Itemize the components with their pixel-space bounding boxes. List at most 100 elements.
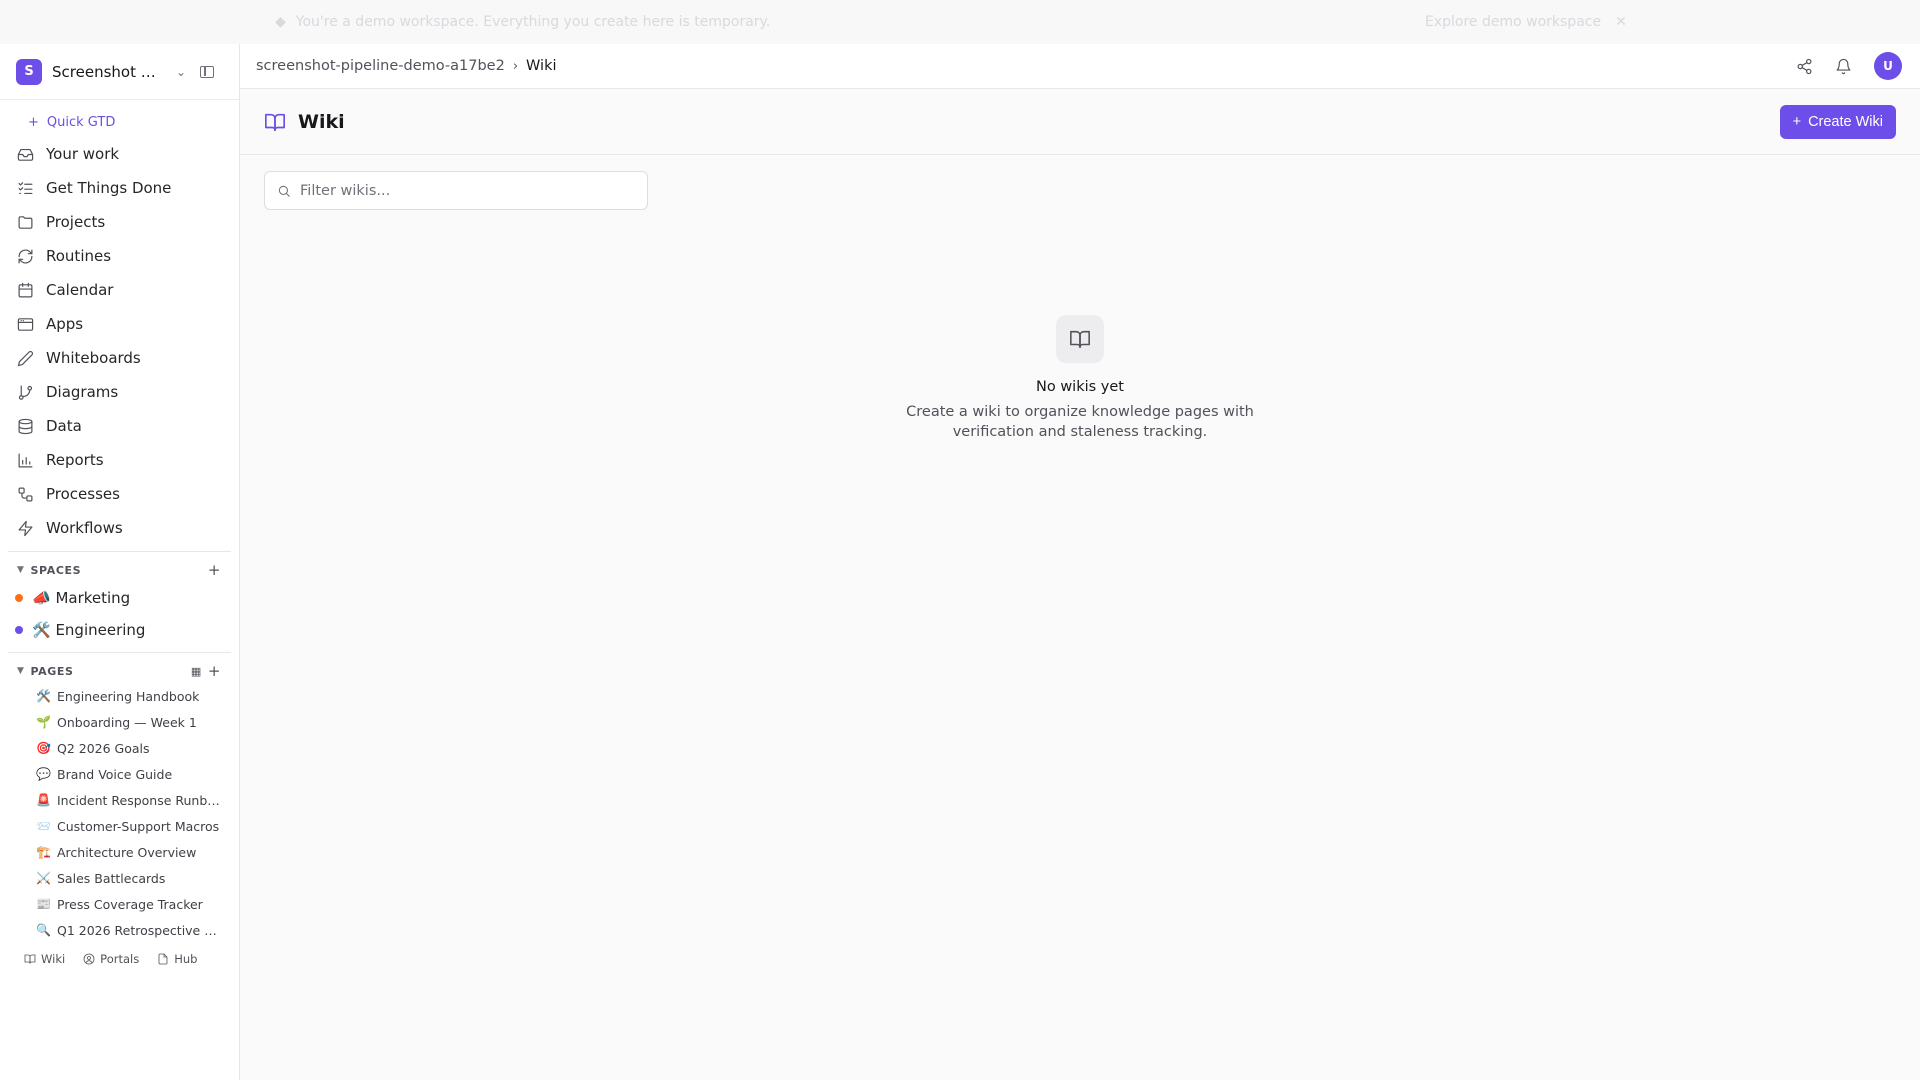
sidebar-space-marketing[interactable]: 📣 Marketing xyxy=(0,582,239,614)
banner-actions[interactable]: Explore demo workspace ✕ xyxy=(1425,14,1627,30)
sidebar-page[interactable]: 🎯 Q2 2026 Goals xyxy=(0,735,239,761)
sidebar-page[interactable]: 🚨 Incident Response Runbook xyxy=(0,787,239,813)
page-emoji: 🏗️ xyxy=(36,845,51,859)
quick-gtd-button[interactable]: + Quick GTD xyxy=(0,107,239,137)
breadcrumb-root[interactable]: screenshot-pipeline-demo-a17be2 xyxy=(256,58,505,74)
sidebar-page[interactable]: 🔍 Q1 2026 Retrospective Notes xyxy=(0,917,239,943)
add-page-icon[interactable]: + xyxy=(208,662,221,680)
sidebar-page[interactable]: 🏗️ Architecture Overview xyxy=(0,839,239,865)
space-label: 🛠️ Engineering xyxy=(32,621,146,639)
chevron-down-icon[interactable]: ⌄ xyxy=(176,65,186,79)
sidebar-item-data[interactable]: Data xyxy=(0,409,239,443)
sidebar-item-label: Apps xyxy=(46,315,84,333)
portals-link[interactable]: Portals xyxy=(83,952,139,966)
space-label: 📣 Marketing xyxy=(32,589,131,607)
hub-link[interactable]: Hub xyxy=(157,952,197,966)
page-header: Wiki + Create Wiki xyxy=(240,89,1920,155)
book-open-icon xyxy=(1070,330,1090,349)
zap-icon xyxy=(18,520,33,536)
sidebar-item-label: Routines xyxy=(46,247,112,265)
spaces-title: SPACES xyxy=(30,563,82,577)
page-emoji: 🚨 xyxy=(36,793,51,807)
close-icon[interactable]: ✕ xyxy=(1615,14,1627,30)
sidebar-item-get-things-done[interactable]: Get Things Done xyxy=(0,171,239,205)
add-space-icon[interactable]: + xyxy=(208,561,221,579)
sidebar-bottom-links: Wiki Portals Hub xyxy=(0,945,239,973)
page-emoji: 📨 xyxy=(36,819,51,833)
demo-banner: ◆ You're a demo workspace. Everything yo… xyxy=(0,0,1920,44)
page-title: Wiki xyxy=(298,110,345,133)
sidebar-page[interactable]: 🌱 Onboarding — Week 1 xyxy=(0,709,239,735)
user-avatar[interactable]: U xyxy=(1874,52,1902,80)
info-icon: ◆ xyxy=(275,14,286,30)
sidebar-item-label: Projects xyxy=(46,213,106,231)
workspace-header[interactable]: S Screenshot Pipeline Demo ⌄ xyxy=(0,44,239,100)
page-label: Incident Response Runbook xyxy=(57,792,223,808)
quick-gtd-label: Quick GTD xyxy=(46,114,116,130)
page-emoji: 💬 xyxy=(36,767,51,781)
banner-message-group: ◆ You're a demo workspace. Everything yo… xyxy=(275,14,770,30)
page-emoji: 🛠️ xyxy=(36,689,51,703)
empty-state-title: No wikis yet xyxy=(1036,379,1124,395)
sidebar-page[interactable]: ⚔️ Sales Battlecards xyxy=(0,865,239,891)
plus-icon: + xyxy=(1792,114,1802,130)
filter-wikis-box[interactable] xyxy=(264,171,648,210)
sidebar-page[interactable]: 🛠️ Engineering Handbook xyxy=(0,683,239,709)
filter-wikis-input[interactable] xyxy=(300,182,630,199)
page-emoji: ⚔️ xyxy=(36,871,51,885)
sidebar-item-reports[interactable]: Reports xyxy=(0,443,239,477)
refresh-icon xyxy=(18,249,33,263)
page-label: Engineering Handbook xyxy=(57,688,200,704)
pages-title: PAGES xyxy=(30,664,74,678)
sidebar-page[interactable]: 📨 Customer-Support Macros xyxy=(0,813,239,839)
workspace-avatar: S xyxy=(16,58,42,85)
empty-state-icon-box xyxy=(1056,315,1104,363)
calendar-icon xyxy=(18,282,33,297)
empty-state: No wikis yet Create a wiki to organize k… xyxy=(240,315,1920,442)
bar-chart-icon xyxy=(18,453,33,467)
sidebar-item-label: Your work xyxy=(46,145,120,163)
workspace-name[interactable]: Screenshot Pipeline Demo xyxy=(52,63,164,81)
space-color-dot xyxy=(15,594,23,602)
page-template-icon[interactable]: ▦ xyxy=(191,665,202,678)
sidebar-item-label: Calendar xyxy=(46,281,114,299)
workflow-icon xyxy=(18,487,33,501)
sidebar-item-your-work[interactable]: Your work xyxy=(0,137,239,171)
chevron-down-icon[interactable]: ▼ xyxy=(17,565,25,575)
sidebar-divider xyxy=(8,551,231,552)
main-content: Wiki + Create Wiki No wikis yet Create a… xyxy=(240,89,1920,1080)
pages-section-header[interactable]: ▼ PAGES ▦ + xyxy=(0,659,239,683)
empty-state-description: Create a wiki to organize knowledge page… xyxy=(906,404,1254,440)
wiki-link[interactable]: Wiki xyxy=(24,952,65,966)
sidebar-page[interactable]: 💬 Brand Voice Guide xyxy=(0,761,239,787)
sidebar-space-engineering[interactable]: 🛠️ Engineering xyxy=(0,614,239,646)
create-wiki-button[interactable]: + Create Wiki xyxy=(1779,105,1896,139)
sidebar-collapse-icon[interactable] xyxy=(200,65,215,78)
sidebar-item-routines[interactable]: Routines xyxy=(0,239,239,273)
sidebar-page[interactable]: 📰 Press Coverage Tracker xyxy=(0,891,239,917)
breadcrumb-current: Wiki xyxy=(526,58,557,74)
sidebar-item-calendar[interactable]: Calendar xyxy=(0,273,239,307)
sidebar-item-label: Reports xyxy=(46,451,104,469)
sidebar-item-whiteboards[interactable]: Whiteboards xyxy=(0,341,239,375)
banner-action-link[interactable]: Explore demo workspace xyxy=(1425,14,1601,30)
sidebar-item-processes[interactable]: Processes xyxy=(0,477,239,511)
wiki-link-label: Wiki xyxy=(41,952,66,966)
sidebar: S Screenshot Pipeline Demo ⌄ + Quick GTD… xyxy=(0,44,240,1080)
file-icon xyxy=(158,953,168,965)
sidebar-item-diagrams[interactable]: Diagrams xyxy=(0,375,239,409)
page-label: Q1 2026 Retrospective Notes xyxy=(57,922,223,938)
sidebar-item-workflows[interactable]: Workflows xyxy=(0,511,239,545)
share-icon[interactable] xyxy=(1796,58,1813,75)
sidebar-item-label: Data xyxy=(46,417,82,435)
page-label: Brand Voice Guide xyxy=(57,766,173,782)
page-label: Onboarding — Week 1 xyxy=(57,714,197,730)
sidebar-item-label: Workflows xyxy=(46,519,123,537)
sidebar-item-apps[interactable]: Apps xyxy=(0,307,239,341)
spaces-section-header[interactable]: ▼ SPACES + xyxy=(0,558,239,582)
chevron-down-icon[interactable]: ▼ xyxy=(17,666,25,676)
page-emoji: 📰 xyxy=(36,897,51,911)
bell-icon[interactable] xyxy=(1835,58,1852,75)
page-label: Press Coverage Tracker xyxy=(57,896,203,912)
sidebar-item-projects[interactable]: Projects xyxy=(0,205,239,239)
